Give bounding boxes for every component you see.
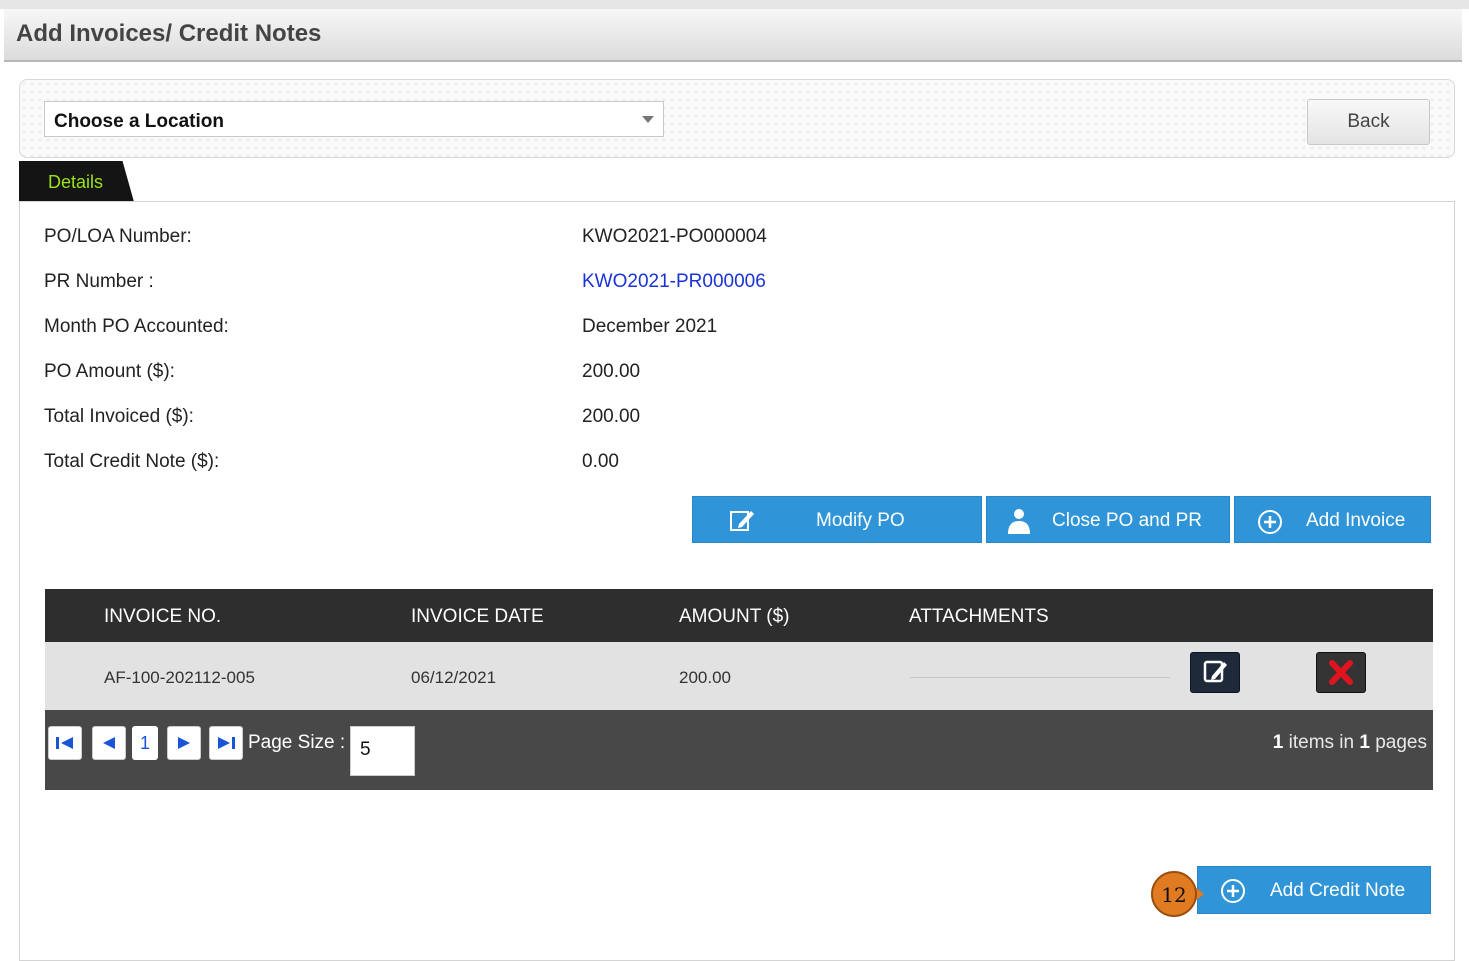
attachments-cell (910, 677, 1170, 678)
page-title: Add Invoices/ Credit Notes (16, 20, 322, 47)
column-header-attachments[interactable]: ATTACHMENTS (909, 606, 1049, 628)
pager-summary: 1 items in 1 pages (1273, 732, 1427, 754)
edit-icon (730, 511, 754, 531)
add-invoice-button[interactable]: Add Invoice (1234, 496, 1431, 543)
chevron-down-icon (642, 116, 654, 123)
cell-invoice-no: AF-100-202112-005 (104, 668, 255, 687)
pages-count: 1 (1359, 732, 1370, 753)
modify-po-label: Modify PO (816, 510, 905, 531)
delete-invoice-button[interactable] (1316, 652, 1366, 693)
po-number-label: PO/LOA Number: (44, 226, 192, 247)
page-size-input[interactable]: 5 (350, 726, 415, 776)
column-header-amount[interactable]: AMOUNT ($) (679, 606, 789, 628)
plus-circle-icon (1221, 879, 1245, 903)
filter-bar: Choose a Location Back (19, 79, 1455, 158)
total-credit-note-value: 0.00 (582, 451, 619, 472)
po-amount-label: PO Amount ($): (44, 361, 175, 382)
total-invoiced-value: 200.00 (582, 406, 641, 427)
next-page-button[interactable] (167, 726, 201, 760)
prev-page-icon (103, 737, 115, 749)
column-header-invoice-date[interactable]: INVOICE DATE (411, 606, 544, 628)
add-credit-note-button[interactable]: Add Credit Note (1197, 866, 1431, 914)
items-text: items in (1283, 732, 1360, 753)
last-page-button[interactable] (209, 726, 243, 760)
top-strip (0, 0, 1469, 9)
month-po-accounted-label: Month PO Accounted: (44, 316, 229, 337)
edit-invoice-button[interactable] (1190, 652, 1240, 693)
cell-amount: 200.00 (679, 668, 731, 687)
grid-pager: 1 Page Size : 5 1 items in 1 pages (45, 710, 1433, 790)
pr-number-link[interactable]: KWO2021-PR000006 (582, 271, 766, 293)
pages-text: pages (1369, 732, 1427, 753)
page-size-label: Page Size : (248, 732, 346, 753)
po-amount-value: 200.00 (582, 361, 641, 382)
first-page-icon (56, 737, 73, 749)
last-page-icon (218, 737, 235, 749)
next-page-icon (178, 737, 190, 749)
pr-number-label: PR Number : (44, 271, 154, 292)
title-bar: Add Invoices/ Credit Notes (4, 9, 1462, 62)
total-invoiced-label: Total Invoiced ($): (44, 406, 194, 427)
location-select-value: Choose a Location (54, 111, 224, 132)
page-number-current[interactable]: 1 (132, 726, 158, 760)
step-callout-badge: 12 (1151, 871, 1197, 917)
modify-po-button[interactable]: Modify PO (692, 496, 982, 543)
user-icon (1008, 509, 1030, 534)
plus-circle-icon (1258, 510, 1282, 534)
details-panel (19, 201, 1455, 961)
close-po-pr-label: Close PO and PR (1052, 510, 1202, 531)
location-select[interactable]: Choose a Location (44, 101, 664, 137)
cell-invoice-date: 06/12/2021 (411, 668, 497, 687)
tab-details-label: Details (48, 172, 104, 192)
total-credit-note-label: Total Credit Note ($): (44, 451, 220, 472)
close-po-pr-button[interactable]: Close PO and PR (986, 496, 1230, 543)
column-header-invoice-no[interactable]: INVOICE NO. (104, 606, 221, 628)
items-count: 1 (1272, 732, 1284, 753)
month-po-accounted-value: December 2021 (582, 316, 718, 337)
add-credit-note-label: Add Credit Note (1270, 880, 1406, 901)
prev-page-button[interactable] (92, 726, 126, 760)
invoice-grid-header: INVOICE NO. INVOICE DATE AMOUNT ($) ATTA… (45, 589, 1433, 642)
back-button[interactable]: Back (1307, 99, 1430, 145)
table-row: AF-100-202112-005 06/12/2021 200.00 (45, 642, 1433, 710)
tab-details[interactable]: Details (19, 161, 134, 202)
add-invoice-label: Add Invoice (1306, 510, 1406, 531)
close-icon (1329, 660, 1353, 685)
first-page-button[interactable] (48, 726, 82, 760)
edit-icon (1203, 660, 1227, 683)
po-number-value: KWO2021-PO000004 (582, 226, 767, 247)
